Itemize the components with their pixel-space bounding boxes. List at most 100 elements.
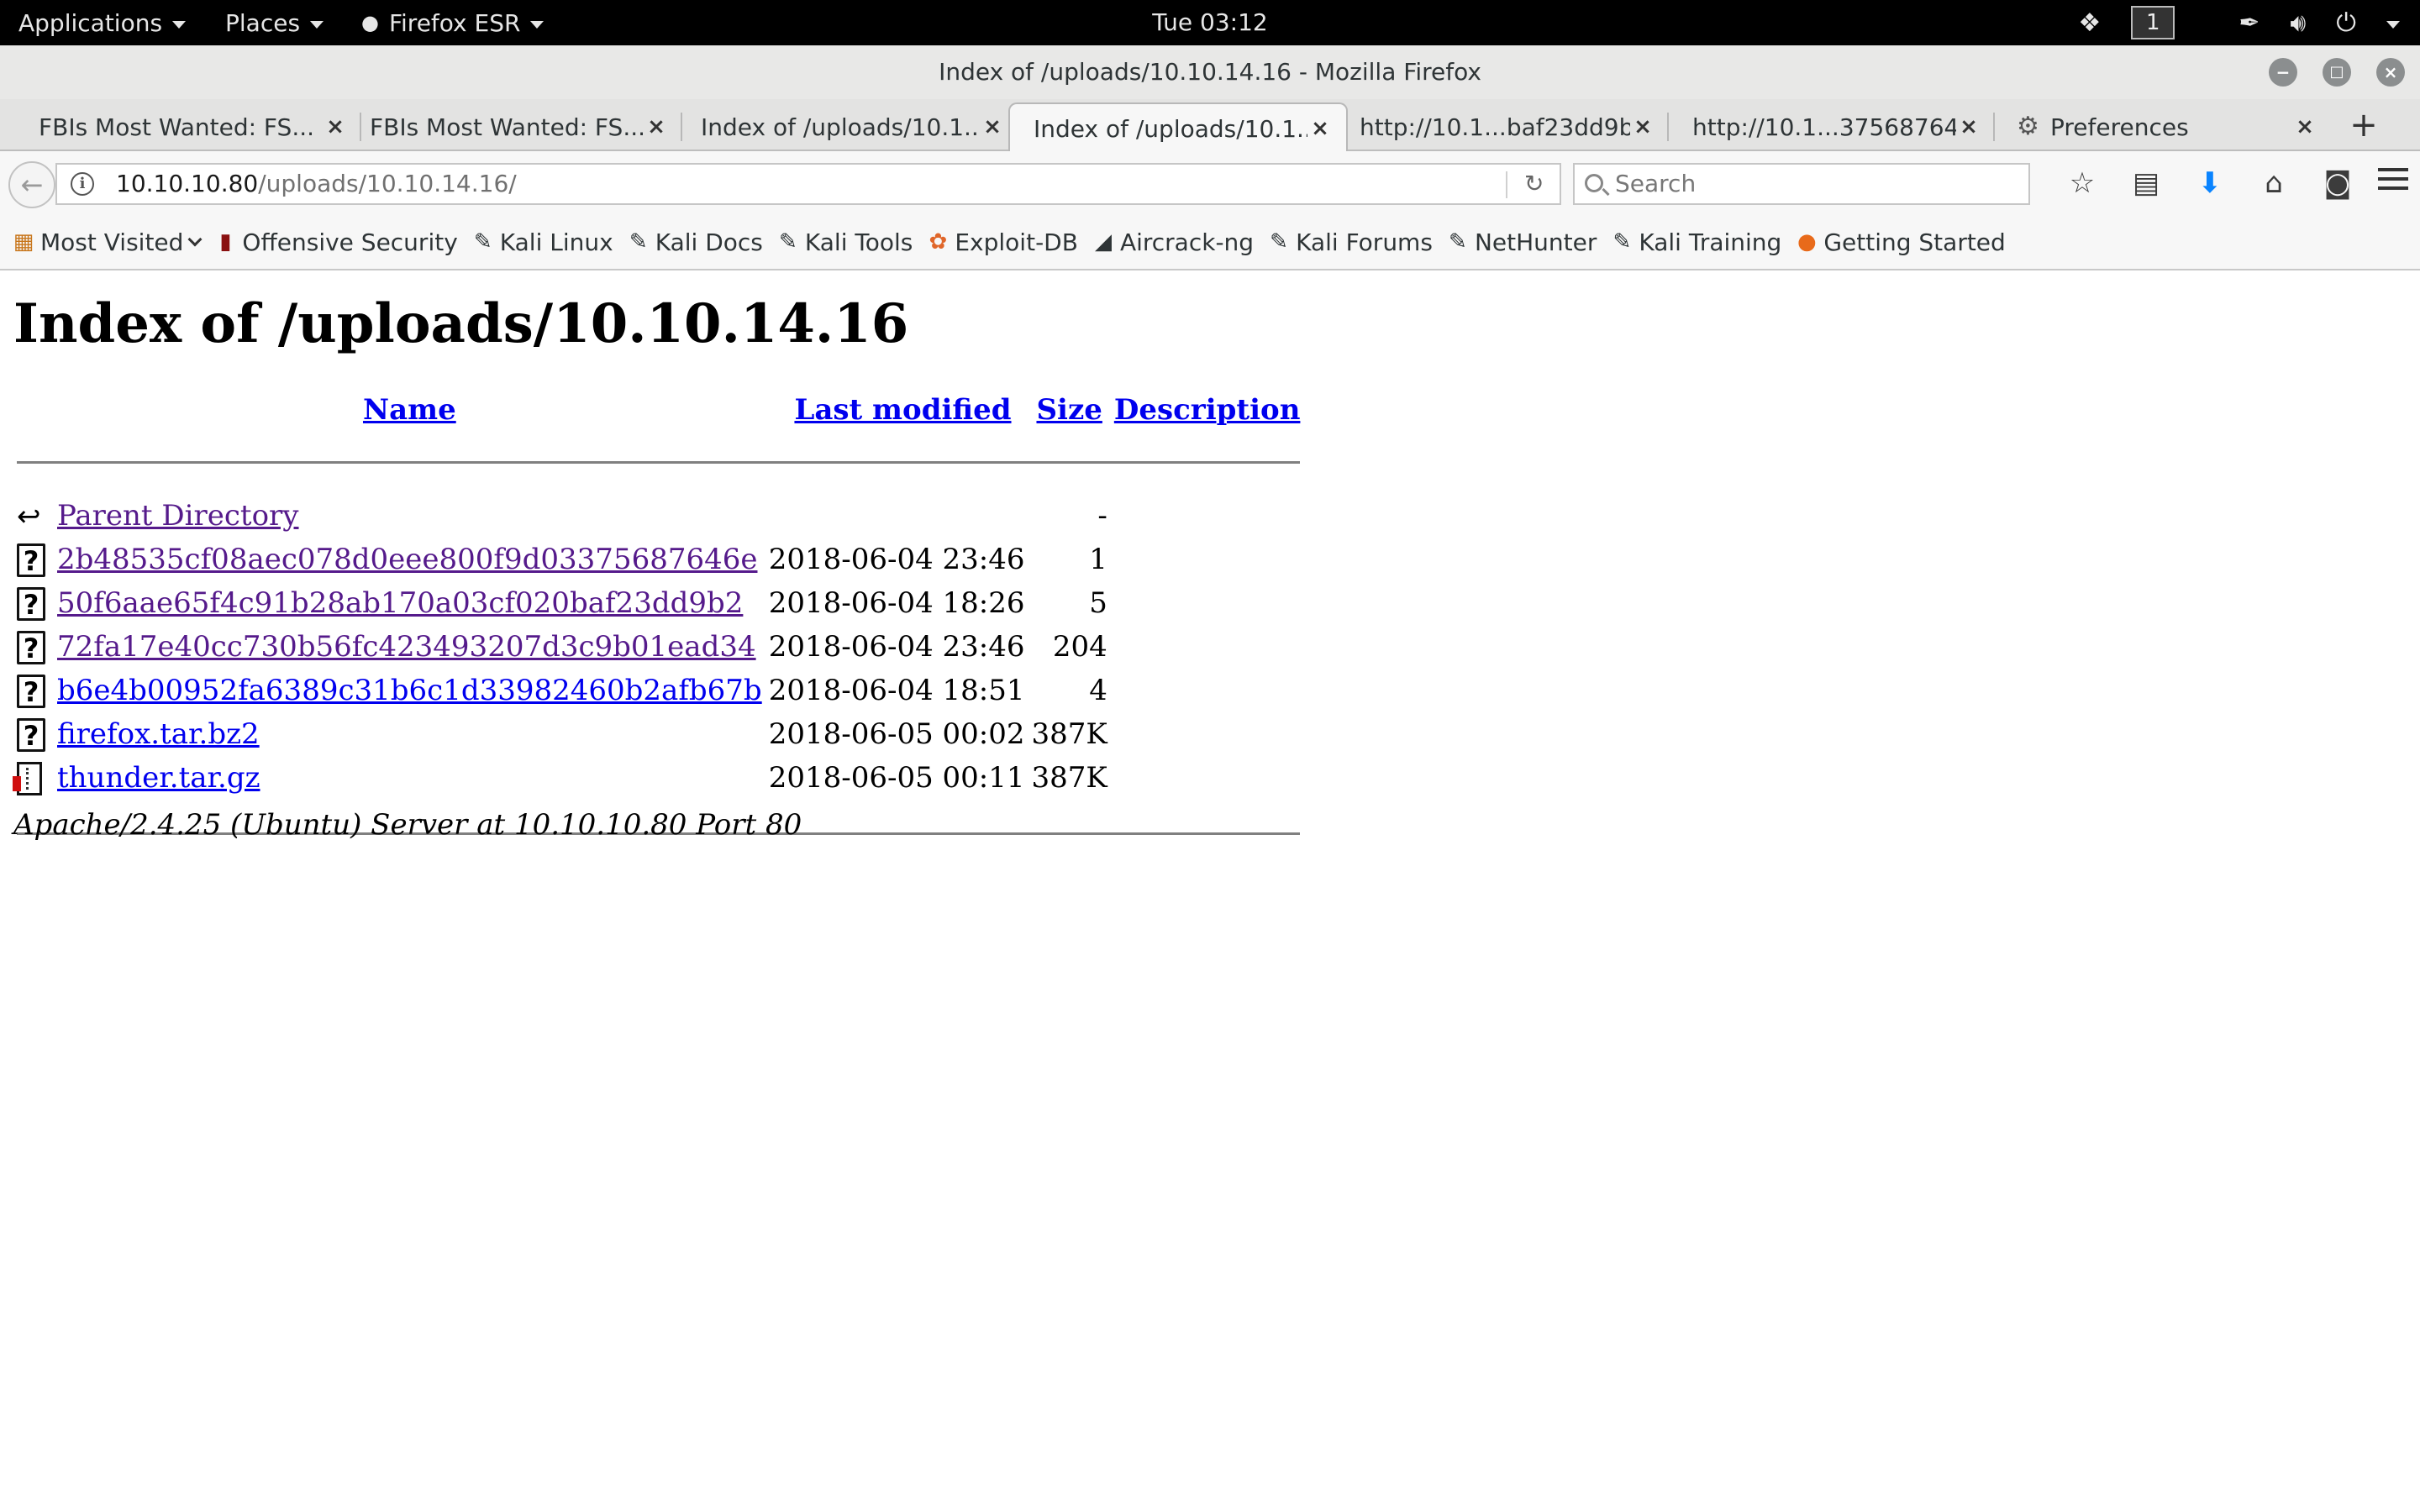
page-title: Index of /uploads/10.10.14.16 [13, 292, 909, 355]
kali-icon: ✎ [629, 229, 648, 255]
bookmark-kali-tools[interactable]: ✎ Kali Tools [776, 228, 913, 256]
description-cell [1111, 625, 1304, 669]
menu-icon[interactable] [2378, 168, 2408, 195]
bookmark-nethunter[interactable]: ✎ NetHunter [1446, 228, 1597, 256]
sort-by-size-link[interactable]: Size [1036, 393, 1102, 427]
tab-index-1[interactable]: Index of /uploads/10.1... × [677, 102, 1018, 151]
applications-menu[interactable]: Applications [18, 0, 187, 45]
tab-preferences[interactable]: ⚙ Preferences × [1995, 102, 2331, 151]
bookmark-label: Offensive Security [242, 228, 458, 256]
file-link[interactable]: firefox.tar.bz2 [57, 717, 260, 751]
maximize-button[interactable]: □ [2323, 58, 2351, 87]
gear-icon: ⚙ [2017, 112, 2039, 141]
description-cell [1111, 756, 1304, 800]
minimize-button[interactable]: − [2269, 58, 2297, 87]
divider [17, 460, 1301, 464]
bookmark-label: Kali Forums [1296, 228, 1433, 256]
new-tab-button[interactable]: + [2341, 102, 2386, 148]
bookmark-most-visited[interactable]: ▦ Most Visited [12, 228, 203, 256]
reload-icon[interactable]: ↻ [1524, 165, 1544, 203]
places-label: Places [225, 8, 301, 37]
parent-directory-link[interactable]: Parent Directory [57, 499, 299, 533]
close-tab-icon[interactable]: × [2292, 114, 2317, 139]
url-host: 10.10.10.80 [116, 170, 259, 197]
bookmark-label: Most Visited [40, 228, 184, 256]
clock-label[interactable]: Tue 03:12 [1152, 8, 1267, 36]
chevron-down-icon[interactable] [2386, 20, 2400, 29]
directory-listing: Name Last modified Size Description ↩ Pa… [13, 380, 1303, 855]
close-tab-icon[interactable]: × [980, 114, 1005, 139]
app-menu-label: Firefox ESR [388, 8, 521, 37]
workspace-indicator[interactable]: 1 [2131, 6, 2175, 39]
site-info-icon[interactable]: i [71, 172, 94, 196]
close-tab-icon[interactable]: × [1307, 116, 1333, 141]
size-cell: 5 [1089, 586, 1107, 620]
size-cell: 204 [1052, 630, 1107, 664]
name-column-header: Name [54, 380, 765, 440]
bookmark-offensive-security[interactable]: ▮ Offensive Security [213, 228, 458, 256]
modified-cell: 2018-06-04 23:46 [768, 630, 1025, 664]
description-cell [1111, 712, 1304, 756]
listing-header: Name Last modified Size Description [13, 380, 1303, 440]
tab-fbi-1[interactable]: FBIs Most Wanted: FS... × [15, 102, 361, 151]
reading-list-icon[interactable]: ▤ [2114, 166, 2178, 200]
file-link[interactable]: thunder.tar.gz [57, 761, 260, 795]
bookmark-label: Kali Docs [655, 228, 763, 256]
pen-icon[interactable]: ✒ [2238, 8, 2260, 38]
file-link[interactable]: 2b48535cf08aec078d0eee800f9d03375687646e [57, 543, 757, 576]
table-row: 72fa17e40cc730b56fc423493207d3c9b01ead34… [13, 625, 1303, 669]
search-bar[interactable]: Search [1573, 163, 2030, 205]
bookmark-label: Kali Linux [499, 228, 613, 256]
chevron-down-icon [530, 20, 544, 29]
bookmark-kali-forums[interactable]: ✎ Kali Forums [1267, 228, 1433, 256]
bookmark-getting-started[interactable]: ● Getting Started [1795, 228, 2006, 256]
bookmark-kali-training[interactable]: ✎ Kali Training [1610, 228, 1781, 256]
window-titlebar[interactable]: Index of /uploads/10.10.14.16 - Mozilla … [0, 45, 2420, 99]
window-title: Index of /uploads/10.10.14.16 - Mozilla … [939, 58, 1481, 86]
bookmark-star-icon[interactable]: ☆ [2050, 166, 2114, 200]
download-icon[interactable]: ⬇ [2178, 166, 2242, 200]
pocket-icon[interactable]: ◙ [2306, 166, 2370, 200]
bookmark-aircrack-ng[interactable]: ◢ Aircrack-ng [1092, 228, 1254, 256]
size-cell: 387K [1031, 717, 1107, 751]
tab-index-active[interactable]: Index of /uploads/10.1... × [1008, 102, 1348, 153]
close-tab-icon[interactable]: × [1630, 114, 1655, 139]
bookmark-label: NetHunter [1474, 228, 1597, 256]
sort-by-name-link[interactable]: Name [363, 393, 456, 427]
home-icon[interactable]: ⌂ [2242, 166, 2306, 200]
close-tab-icon[interactable]: × [1956, 114, 1981, 139]
url-path: /uploads/10.10.14.16/ [258, 170, 517, 197]
back-button[interactable]: ← [8, 161, 55, 208]
url-text[interactable]: 10.10.10.80/uploads/10.10.14.16/ [116, 165, 517, 203]
bookmark-kali-docs[interactable]: ✎ Kali Docs [627, 228, 763, 256]
volume-icon[interactable]: 🔊︎ [2290, 8, 2306, 38]
sort-by-description-link[interactable]: Description [1114, 393, 1301, 427]
gnome-top-panel: Applications Places ● Firefox ESR Tue 03… [0, 0, 2420, 45]
tab-label: http://10.1...375687646e [1692, 113, 1956, 141]
tab-label: Index of /uploads/10.1... [701, 113, 980, 141]
power-icon[interactable]: ⏻ [2336, 8, 2356, 38]
file-link[interactable]: 50f6aae65f4c91b28ab170a03cf020baf23dd9b2 [57, 586, 743, 620]
tab-fbi-2[interactable]: FBIs Most Wanted: FS... × [346, 102, 682, 151]
close-window-button[interactable]: × [2376, 58, 2405, 87]
url-bar[interactable]: i 10.10.10.80/uploads/10.10.14.16/ ↻ [55, 163, 1561, 205]
modified-cell [765, 494, 1028, 538]
file-link[interactable]: b6e4b00952fa6389c31b6c1d33982460b2afb67b [57, 674, 762, 707]
places-menu[interactable]: Places [225, 0, 324, 45]
unknown-file-icon [17, 543, 45, 577]
bookmarks-toolbar: ▦ Most Visited ▮ Offensive Security ✎ Ka… [0, 215, 2420, 270]
spacer-row [13, 484, 1303, 494]
file-link[interactable]: 72fa17e40cc730b56fc423493207d3c9b01ead34 [57, 630, 756, 664]
tab-label: FBIs Most Wanted: FS... [370, 113, 644, 141]
tab-url-2[interactable]: http://10.1...375687646e × [1669, 102, 1995, 151]
close-tab-icon[interactable]: × [323, 114, 348, 139]
app-menu[interactable]: ● Firefox ESR [361, 0, 544, 45]
tab-url-1[interactable]: http://10.1...baf23dd9b2 × [1336, 102, 1669, 151]
search-placeholder: Search [1615, 170, 1697, 197]
bookmark-kali-linux[interactable]: ✎ Kali Linux [471, 228, 613, 256]
bookmark-exploit-db[interactable]: ✿ Exploit-DB [926, 228, 1077, 256]
tab-strip: FBIs Most Wanted: FS... × FBIs Most Want… [0, 99, 2420, 153]
people-icon[interactable]: ❖ [2078, 8, 2101, 38]
sort-by-last-modified-link[interactable]: Last modified [794, 393, 1011, 427]
close-tab-icon[interactable]: × [644, 114, 669, 139]
